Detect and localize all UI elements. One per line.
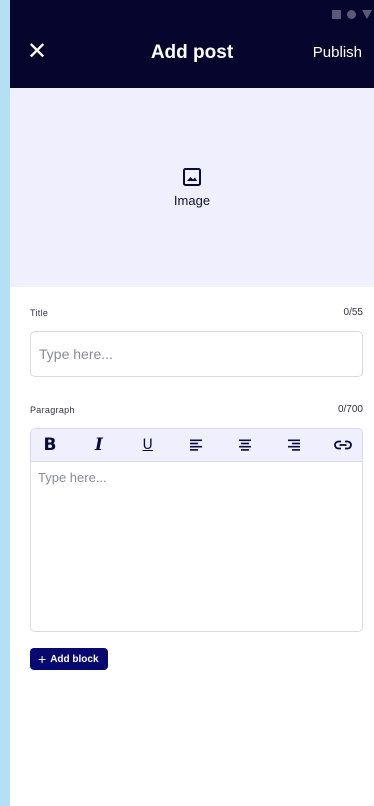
image-label: Image <box>173 193 211 208</box>
title-counter: 0/55 <box>343 307 363 318</box>
add-block-button[interactable]: + Add block <box>30 648 108 670</box>
paragraph-label: Paragraph <box>30 405 75 415</box>
bold-button[interactable]: B <box>39 434 61 456</box>
italic-button[interactable]: I <box>88 434 110 456</box>
status-bar-icons <box>332 10 372 19</box>
circle-icon <box>347 10 356 19</box>
align-left-icon <box>190 439 203 451</box>
align-left-button[interactable] <box>185 434 207 456</box>
add-block-label: Add block <box>50 653 99 665</box>
paragraph-editor: B I U <box>30 428 363 632</box>
link-button[interactable] <box>332 434 354 456</box>
underline-button[interactable]: U <box>137 434 159 456</box>
publish-button[interactable]: Publish <box>313 44 362 61</box>
image-icon <box>183 168 201 186</box>
formatting-toolbar: B I U <box>31 429 362 462</box>
link-icon <box>334 440 352 450</box>
align-center-button[interactable] <box>234 434 256 456</box>
paragraph-textarea[interactable] <box>31 462 362 631</box>
top-app-bar: ✕ Add post Publish <box>10 0 374 88</box>
title-input[interactable] <box>30 331 363 377</box>
paragraph-counter: 0/700 <box>337 404 363 415</box>
image-upload-area[interactable]: Image <box>10 88 374 287</box>
square-icon <box>332 10 341 19</box>
title-label: Title <box>30 308 49 318</box>
triangle-icon <box>362 10 372 19</box>
plus-icon: + <box>38 651 47 667</box>
app-screen: ✕ Add post Publish Image Title 0/55 Para… <box>10 0 374 806</box>
align-right-icon <box>288 439 301 451</box>
align-right-button[interactable] <box>283 434 305 456</box>
align-center-icon <box>239 439 252 451</box>
